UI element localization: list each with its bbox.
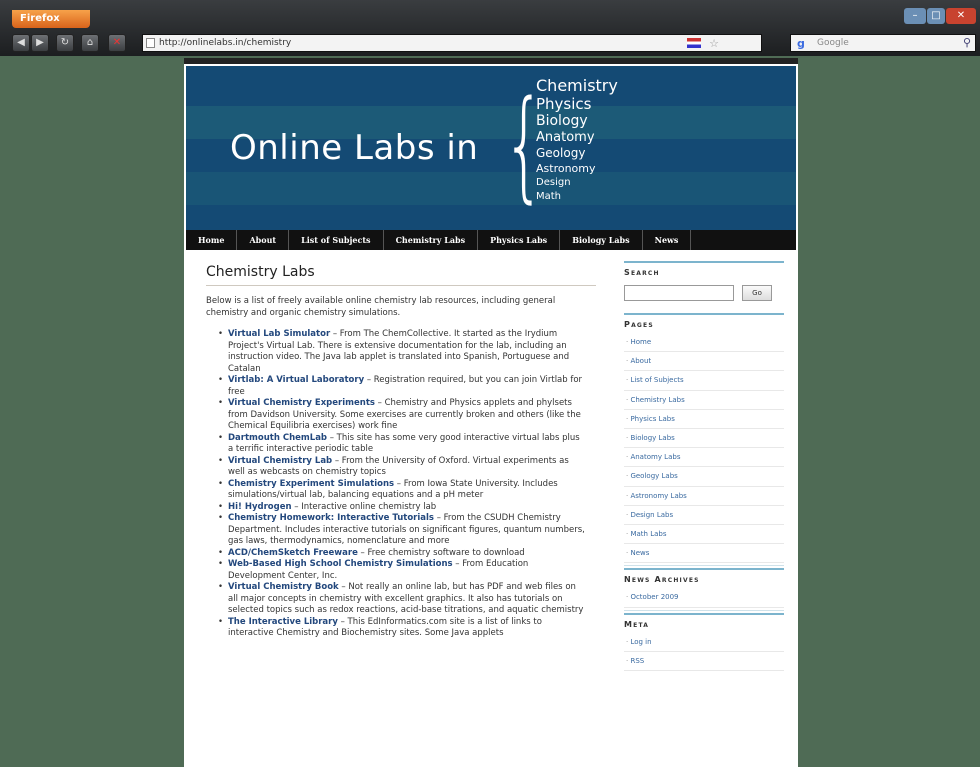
list-item: Chemistry Experiment Simulations – From … [218,479,586,502]
nav-biology-labs[interactable]: Biology Labs [560,230,643,250]
list-item: Dartmouth ChemLab – This site has some v… [218,433,586,456]
main-nav: Home About List of Subjects Chemistry La… [186,230,796,250]
lab-link[interactable]: Virtual Lab Simulator [228,329,330,339]
banner-title: Online Labs in [230,128,479,168]
list-item: Virtual Chemistry Book – Not really an o… [218,582,586,617]
lab-link[interactable]: Virtual Chemistry Experiments [228,398,375,408]
webpage: Online Labs in { Chemistry Physics Biolo… [184,58,798,767]
google-icon: g [797,37,805,50]
subject-item: Physics [536,95,592,113]
lab-link[interactable]: Hi! Hydrogen [228,502,292,512]
lab-description: – Interactive online chemistry lab [291,501,437,512]
search-bar[interactable]: g Google ⚲ [790,34,976,52]
sidebar-item-astronomy-labs[interactable]: Astronomy Labs [624,487,784,506]
meta-heading: Meta [624,612,784,629]
reload-icon[interactable]: ↻ [56,34,74,52]
lab-list: Virtual Lab Simulator – From The ChemCol… [206,329,586,640]
sidebar-item-home[interactable]: Home [624,333,784,353]
list-item: Virtual Chemistry Lab – From the Univers… [218,456,586,479]
subject-list: Chemistry Physics Biology Anatomy Geolog… [536,76,618,203]
sidebar-item-list-of-subjects[interactable]: List of Subjects [624,371,784,391]
archives-heading: News Archives [624,568,784,584]
list-item: Virtual Chemistry Experiments – Chemistr… [218,398,586,433]
subject-item: Astronomy [536,162,596,175]
url-text: http://onlinelabs.in/chemistry [159,38,292,48]
nav-list-of-subjects[interactable]: List of Subjects [289,230,384,250]
sidebar-item-biology-labs[interactable]: Biology Labs [624,429,784,449]
sidebar-item-news[interactable]: News [624,544,784,564]
meta-item-log-in[interactable]: Log in [624,633,784,652]
sidebar-item-anatomy-labs[interactable]: Anatomy Labs [624,448,784,468]
subject-item: Geology [536,146,586,160]
nav-about[interactable]: About [237,230,290,250]
close-window-button[interactable]: ✕ [946,8,976,24]
sidebar-item-design-labs[interactable]: Design Labs [624,506,784,526]
search-heading: Search [624,261,784,277]
header-banner: Online Labs in { Chemistry Physics Biolo… [186,66,796,230]
top-border [184,58,798,64]
go-button[interactable]: Go [742,285,772,301]
subject-item: Chemistry [536,76,618,95]
nav-chemistry-labs[interactable]: Chemistry Labs [384,230,479,250]
search-input[interactable] [624,285,734,301]
nav-home[interactable]: Home [186,230,238,250]
forward-icon[interactable]: ▶ [31,34,49,52]
sidebar-item-chemistry-labs[interactable]: Chemistry Labs [624,391,784,410]
address-bar[interactable]: http://onlinelabs.in/chemistry ☆ [142,34,762,52]
sidebar-item-math-labs[interactable]: Math Labs [624,525,784,545]
archive-item[interactable]: October 2009 [624,588,784,608]
page-icon [146,38,155,48]
divider [624,565,784,567]
sidebar: Search Go Pages Home About List of Subje… [624,261,784,672]
list-item: ACD/ChemSketch Freeware – Free chemistry… [218,547,586,560]
bookmark-star-icon[interactable]: ☆ [709,36,719,52]
minimize-button[interactable]: – [904,8,926,24]
maximize-button[interactable]: □ [927,8,945,24]
pages-list: Home About List of Subjects Chemistry La… [624,333,784,564]
page-title: Chemistry Labs [206,264,596,286]
lab-link[interactable]: Virtual Chemistry Lab [228,456,332,466]
magnifier-icon[interactable]: ⚲ [963,35,971,51]
nav-news[interactable]: News [643,230,692,250]
firefox-menu-button[interactable]: Firefox [12,10,90,28]
lab-link[interactable]: Virtual Chemistry Book [228,582,339,592]
lab-link[interactable]: Chemistry Homework: Interactive Tutorial… [228,513,434,523]
list-item: Virtual Lab Simulator – From The ChemCol… [218,329,586,375]
meta-list: Log in RSS [624,633,784,672]
list-item: Chemistry Homework: Interactive Tutorial… [218,513,586,548]
lab-link[interactable]: Chemistry Experiment Simulations [228,479,394,489]
lab-link[interactable]: Web-Based High School Chemistry Simulati… [228,559,453,569]
subject-item: Anatomy [536,130,595,145]
banner-band [186,172,796,205]
back-icon[interactable]: ◀ [12,34,30,52]
archives-list: October 2009 [624,588,784,608]
pages-heading: Pages [624,313,784,329]
stop-icon[interactable]: ✕ [108,34,126,52]
intro-text: Below is a list of freely available onli… [206,296,556,318]
home-icon[interactable]: ⌂ [81,34,99,52]
list-item: Web-Based High School Chemistry Simulati… [218,559,586,582]
sidebar-item-geology-labs[interactable]: Geology Labs [624,467,784,487]
sidebar-search: Go [624,285,784,313]
subject-item: Math [536,191,562,202]
flag-icon [687,38,701,48]
subject-item: Biology [536,113,588,129]
divider [624,609,784,611]
sidebar-item-about[interactable]: About [624,352,784,372]
lab-description: – Free chemistry software to download [357,547,525,558]
lab-link[interactable]: Dartmouth ChemLab [228,433,327,443]
main-content: Chemistry Labs Below is a list of freely… [206,264,596,640]
list-item: Hi! Hydrogen – Interactive online chemis… [218,501,586,514]
lab-link[interactable]: The Interactive Library [228,617,338,627]
lab-link[interactable]: ACD/ChemSketch Freeware [228,548,358,558]
list-item: Virtlab: A Virtual Laboratory – Registra… [218,375,586,398]
search-placeholder: Google [817,38,849,48]
subject-item: Design [536,177,571,188]
browser-chrome: Firefox – □ ✕ ◀ ▶ ↻ ⌂ ✕ http://onlinelab… [0,0,980,56]
sidebar-item-physics-labs[interactable]: Physics Labs [624,410,784,430]
nav-physics-labs[interactable]: Physics Labs [478,230,561,250]
list-item: The Interactive Library – This EdInforma… [218,617,586,640]
meta-item-rss[interactable]: RSS [624,652,784,672]
lab-link[interactable]: Virtlab: A Virtual Laboratory [228,375,364,385]
